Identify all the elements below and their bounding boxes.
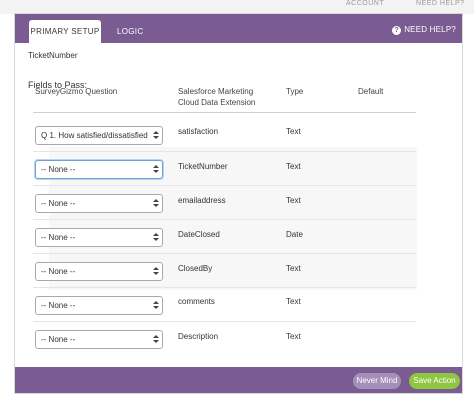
select-arrows-icon (153, 266, 159, 277)
question-select-5[interactable]: -- None -- (35, 262, 163, 281)
field-name: DateClosed (178, 230, 220, 239)
question-select-value: -- None -- (41, 199, 76, 208)
row-divider (33, 219, 416, 220)
question-select-1[interactable]: Q 1. How satisfied/dissatisfied (35, 126, 163, 145)
row-divider (33, 185, 416, 186)
field-name: satisfaction (178, 127, 219, 136)
field-type: Text (286, 196, 301, 205)
save-action-button[interactable]: Save Action (409, 373, 460, 389)
field-name: TicketNumber (178, 162, 228, 171)
select-arrows-icon (153, 198, 159, 209)
question-select-value: -- None -- (41, 301, 76, 310)
field-name: emailaddress (178, 196, 226, 205)
question-select-value: -- None -- (41, 233, 76, 242)
select-arrows-icon (153, 164, 159, 175)
action-modal: PRIMARY SETUP LOGIC ? NEED HELP? TicketN… (14, 13, 463, 394)
question-circle-icon: ? (392, 25, 402, 35)
field-type: Text (286, 332, 301, 341)
question-select-3[interactable]: -- None -- (35, 194, 163, 213)
field-name: ClosedBy (178, 264, 213, 273)
modal-footer: Never Mind Save Action (15, 367, 462, 393)
field-type: Text (286, 264, 301, 273)
field-type: Text (286, 162, 301, 171)
need-help-link[interactable]: ? NEED HELP? (392, 20, 456, 40)
tab-primary-setup[interactable]: PRIMARY SETUP (29, 20, 101, 44)
row-divider (33, 151, 416, 152)
question-select-value: -- None -- (41, 165, 76, 174)
question-select-value: Q 1. How satisfied/dissatisfied (41, 131, 148, 140)
field-name: comments (178, 297, 215, 306)
column-header-extension-line2: Cloud Data Extension (178, 98, 256, 107)
select-arrows-icon (153, 232, 159, 243)
action-title: TicketNumber (28, 51, 78, 60)
modal-header: PRIMARY SETUP LOGIC ? NEED HELP? (15, 14, 462, 44)
header-divider (33, 112, 416, 113)
never-mind-button[interactable]: Never Mind (353, 373, 401, 389)
question-select-value: -- None -- (41, 267, 76, 276)
question-select-4[interactable]: -- None -- (35, 228, 163, 247)
column-header-extension-line1: Salesforce Marketing (178, 87, 254, 96)
background-help-link: NEED HELP? (416, 0, 465, 7)
field-name: Description (178, 332, 219, 341)
tab-logic[interactable]: LOGIC (117, 20, 143, 44)
row-divider (33, 287, 416, 288)
question-select-value: -- None -- (41, 335, 76, 344)
column-header-default: Default (358, 87, 384, 96)
need-help-label: NEED HELP? (404, 25, 456, 34)
select-arrows-icon (153, 130, 159, 141)
background-account-link: ACCOUNT (346, 0, 385, 7)
question-select-6[interactable]: -- None -- (35, 296, 163, 315)
field-type: Date (286, 230, 303, 239)
field-type: Text (286, 297, 301, 306)
row-divider (33, 321, 416, 322)
question-select-7[interactable]: -- None -- (35, 330, 163, 349)
select-arrows-icon (153, 334, 159, 345)
field-type: Text (286, 127, 301, 136)
question-select-2[interactable]: -- None -- (35, 160, 163, 179)
background-page-strip (0, 0, 474, 14)
column-header-type: Type (286, 87, 304, 96)
row-divider (33, 253, 416, 254)
column-header-question: SurveyGizmo Question (35, 87, 118, 96)
select-arrows-icon (153, 300, 159, 311)
